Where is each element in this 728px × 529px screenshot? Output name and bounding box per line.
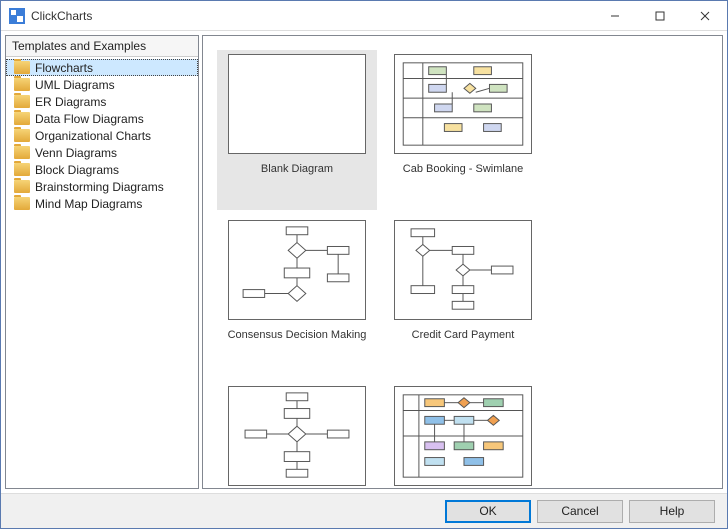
folder-icon <box>14 95 30 108</box>
template-label: Blank Diagram <box>261 162 333 176</box>
sidebar-header: Templates and Examples <box>6 36 198 57</box>
category-item[interactable]: Mind Map Diagrams <box>6 195 198 212</box>
category-label: ER Diagrams <box>35 95 106 109</box>
folder-icon <box>14 129 30 142</box>
category-label: Mind Map Diagrams <box>35 197 142 211</box>
app-icon <box>9 8 25 24</box>
cancel-button[interactable]: Cancel <box>537 500 623 523</box>
dialog-footer: OK Cancel Help <box>1 493 727 528</box>
ok-button[interactable]: OK <box>445 500 531 523</box>
template-item[interactable]: Front Office Operations - Swimlane <box>383 382 543 489</box>
close-button[interactable] <box>682 1 727 30</box>
folder-icon <box>14 146 30 159</box>
category-item[interactable]: Organizational Charts <box>6 127 198 144</box>
folder-icon <box>14 180 30 193</box>
category-sidebar: Templates and Examples Flowcharts UML Dia… <box>5 35 199 489</box>
template-thumbnail <box>394 220 532 320</box>
category-item[interactable]: Block Diagrams <box>6 161 198 178</box>
category-tree: Flowcharts UML Diagrams ER Diagrams Data Fl… <box>6 57 198 214</box>
template-thumbnail <box>228 220 366 320</box>
template-label: Consensus Decision Making <box>228 328 367 342</box>
template-item[interactable]: Credit Card Payment <box>383 216 543 376</box>
template-label: Cab Booking - Swimlane <box>403 162 523 176</box>
minimize-button[interactable] <box>592 1 637 30</box>
template-thumbnail <box>394 54 532 154</box>
category-label: Venn Diagrams <box>35 146 117 160</box>
folder-icon <box>14 112 30 125</box>
template-item[interactable]: Flowchart Template <box>217 382 377 489</box>
content-area: Templates and Examples Flowcharts UML Dia… <box>1 31 727 493</box>
window-title: ClickCharts <box>31 9 592 23</box>
template-item[interactable]: Blank Diagram <box>217 50 377 210</box>
category-label: Organizational Charts <box>35 129 151 143</box>
template-item[interactable]: Cab Booking - Swimlane <box>383 50 543 210</box>
template-label: Credit Card Payment <box>412 328 515 342</box>
category-item[interactable]: UML Diagrams <box>6 76 198 93</box>
category-item[interactable]: Venn Diagrams <box>6 144 198 161</box>
template-item[interactable]: Consensus Decision Making <box>217 216 377 376</box>
category-item[interactable]: Flowcharts <box>6 59 198 76</box>
folder-icon <box>14 197 30 210</box>
category-label: Brainstorming Diagrams <box>35 180 164 194</box>
category-label: Flowcharts <box>35 61 93 75</box>
window-controls <box>592 1 727 30</box>
category-item[interactable]: Brainstorming Diagrams <box>6 178 198 195</box>
maximize-button[interactable] <box>637 1 682 30</box>
category-item[interactable]: Data Flow Diagrams <box>6 110 198 127</box>
template-thumbnail <box>228 54 366 154</box>
template-pane: Blank Diagram Cab Booking - Swimlane Conse… <box>202 35 723 489</box>
template-thumbnail <box>228 386 366 486</box>
folder-icon <box>14 78 30 91</box>
template-thumbnail <box>394 386 532 486</box>
category-label: Block Diagrams <box>35 163 119 177</box>
category-item[interactable]: ER Diagrams <box>6 93 198 110</box>
titlebar: ClickCharts <box>1 1 727 31</box>
category-label: Data Flow Diagrams <box>35 112 144 126</box>
help-button[interactable]: Help <box>629 500 715 523</box>
folder-icon <box>14 163 30 176</box>
folder-icon <box>14 61 30 74</box>
category-label: UML Diagrams <box>35 78 115 92</box>
